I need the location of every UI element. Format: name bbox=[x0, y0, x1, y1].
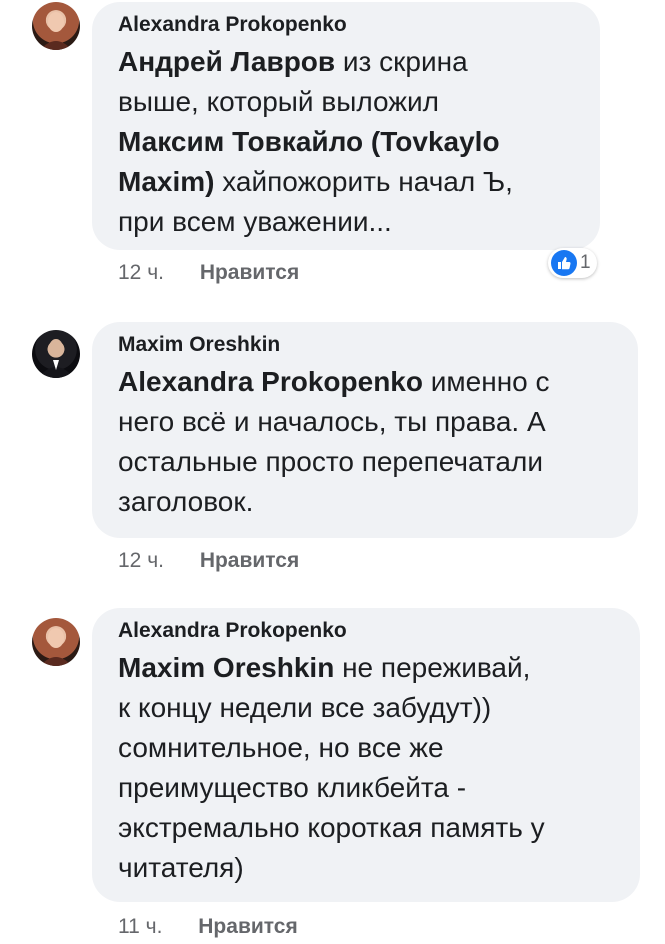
like-button[interactable]: Нравится bbox=[200, 261, 299, 284]
comment-time[interactable]: 12 ч. bbox=[118, 548, 164, 574]
comment-time[interactable]: 12 ч. bbox=[118, 260, 164, 286]
comment-bubble: Alexandra Prokopenko Андрей Лавров из ск… bbox=[92, 2, 600, 250]
comment-text: Alexandra Prokopenko именно с него всё и… bbox=[118, 362, 614, 522]
comment-author[interactable]: Maxim Oreshkin bbox=[118, 332, 614, 358]
thumbs-up-icon bbox=[551, 250, 577, 276]
mention-link[interactable]: Maxim Oreshkin bbox=[118, 652, 334, 683]
mention-link[interactable]: Alexandra Prokopenko bbox=[118, 366, 423, 397]
avatar[interactable] bbox=[32, 2, 80, 50]
mention-link[interactable]: Андрей Лавров bbox=[118, 46, 335, 77]
comment-body: не переживай, к концу недели все забудут… bbox=[118, 652, 545, 883]
comment-bubble: Maxim Oreshkin Alexandra Prokopenko имен… bbox=[92, 322, 638, 538]
comment-meta: 12 ч. Нравится bbox=[118, 260, 299, 286]
reaction-number: 1 bbox=[580, 252, 591, 273]
comment-text: Андрей Лавров из скрина выше, который вы… bbox=[118, 42, 576, 242]
comment-text: Maxim Oreshkin не переживай, к концу нед… bbox=[118, 648, 616, 888]
comment-meta: 11 ч. Нравится bbox=[118, 914, 298, 940]
reaction-count[interactable]: 1 bbox=[548, 248, 597, 278]
comment-author[interactable]: Alexandra Prokopenko bbox=[118, 618, 616, 644]
avatar[interactable] bbox=[32, 618, 80, 666]
comment-author[interactable]: Alexandra Prokopenko bbox=[118, 12, 576, 38]
comment-bubble: Alexandra Prokopenko Maxim Oreshkin не п… bbox=[92, 608, 640, 902]
avatar[interactable] bbox=[32, 330, 80, 378]
like-button[interactable]: Нравится bbox=[198, 915, 297, 938]
like-button[interactable]: Нравится bbox=[200, 549, 299, 572]
comment-time[interactable]: 11 ч. bbox=[118, 914, 162, 940]
comment-meta: 12 ч. Нравится bbox=[118, 548, 299, 574]
